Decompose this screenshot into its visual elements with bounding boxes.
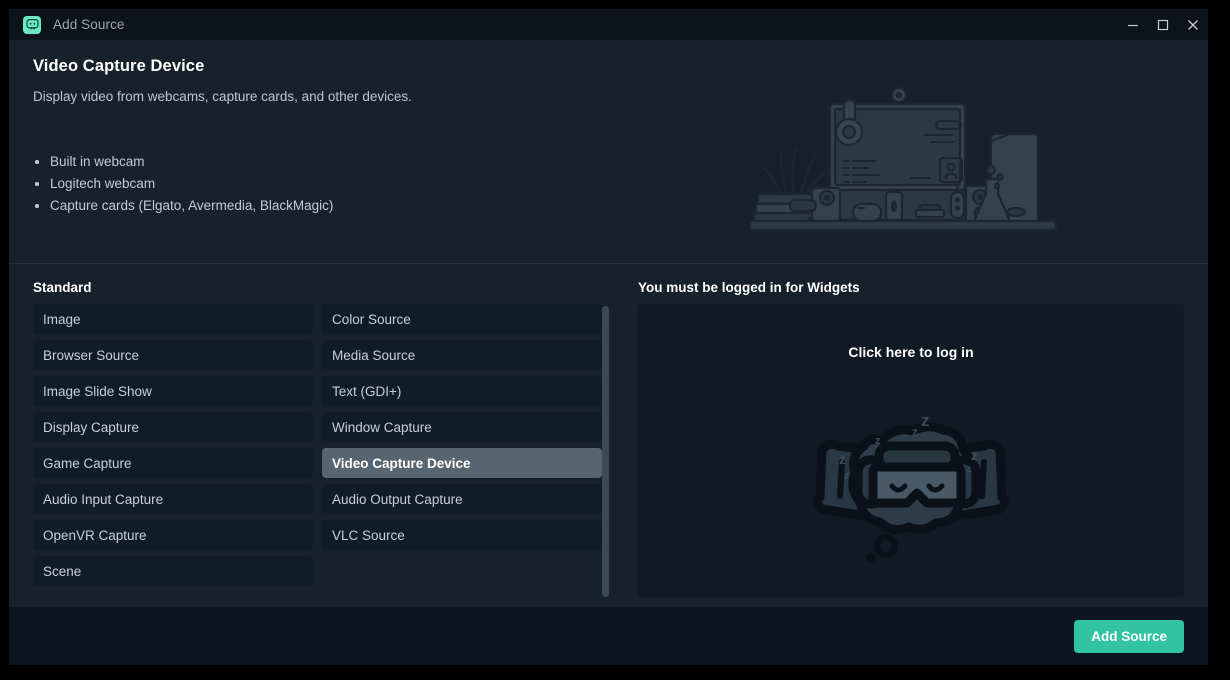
desk-setup-illustration [748,82,1058,247]
source-item-audio-input-capture[interactable]: Audio Input Capture [33,484,313,514]
source-list-scroll-area: Image Browser Source Image Slide Show Di… [33,304,609,607]
svg-text:z: z [844,471,849,482]
page-title: Video Capture Device [33,57,205,75]
source-item-display-capture[interactable]: Display Capture [33,412,313,442]
svg-text:z: z [966,464,971,475]
source-selection-body: Standard Image Browser Source Image Slid… [9,264,1208,607]
source-item-image[interactable]: Image [33,304,313,334]
sleeping-character-illustration: z z z z z z z [766,364,1056,579]
window-controls [1118,9,1208,40]
source-item-game-capture[interactable]: Game Capture [33,448,313,478]
source-item-video-capture-device[interactable]: Video Capture Device [322,448,602,478]
close-icon[interactable] [1178,9,1208,40]
source-item-image-slide-show[interactable]: Image Slide Show [33,376,313,406]
source-item-color-source[interactable]: Color Source [322,304,602,334]
widgets-column: You must be logged in for Widgets Click … [638,280,1184,607]
add-source-window: Add Source Video Capture Device Display … [9,9,1208,665]
source-description-header: Video Capture Device Display video from … [9,40,1208,263]
scrollbar-thumb[interactable] [602,306,609,597]
streamlabs-chat-icon [23,15,41,34]
svg-text:z: z [912,425,918,439]
svg-text:z: z [839,451,846,467]
source-list: Image Browser Source Image Slide Show Di… [33,304,609,592]
source-item-audio-output-capture[interactable]: Audio Output Capture [322,484,602,514]
window-title: Add Source [53,17,125,32]
source-item-media-source[interactable]: Media Source [322,340,602,370]
standard-heading: Standard [33,280,92,295]
svg-text:z: z [875,435,881,447]
svg-text:z: z [971,447,978,463]
widgets-login-panel[interactable]: Click here to log in z z z z z z z [638,304,1184,597]
source-list-scrollbar[interactable] [602,306,609,597]
svg-text:z: z [921,411,930,430]
source-item-vlc-source[interactable]: VLC Source [322,520,602,550]
source-item-text-gdi[interactable]: Text (GDI+) [322,376,602,406]
maximize-icon[interactable] [1148,9,1178,40]
widgets-heading: You must be logged in for Widgets [638,280,860,295]
source-item-scene[interactable]: Scene [33,556,313,586]
minimize-icon[interactable] [1118,9,1148,40]
source-item-openvr-capture[interactable]: OpenVR Capture [33,520,313,550]
source-item-placeholder [322,556,602,586]
widgets-login-link[interactable]: Click here to log in [638,344,1184,360]
dialog-footer: Add Source [9,607,1208,665]
standard-sources-column: Standard Image Browser Source Image Slid… [33,280,609,607]
source-item-browser-source[interactable]: Browser Source [33,340,313,370]
title-bar: Add Source [9,9,1208,40]
add-source-button[interactable]: Add Source [1074,619,1184,653]
source-item-window-capture[interactable]: Window Capture [322,412,602,442]
